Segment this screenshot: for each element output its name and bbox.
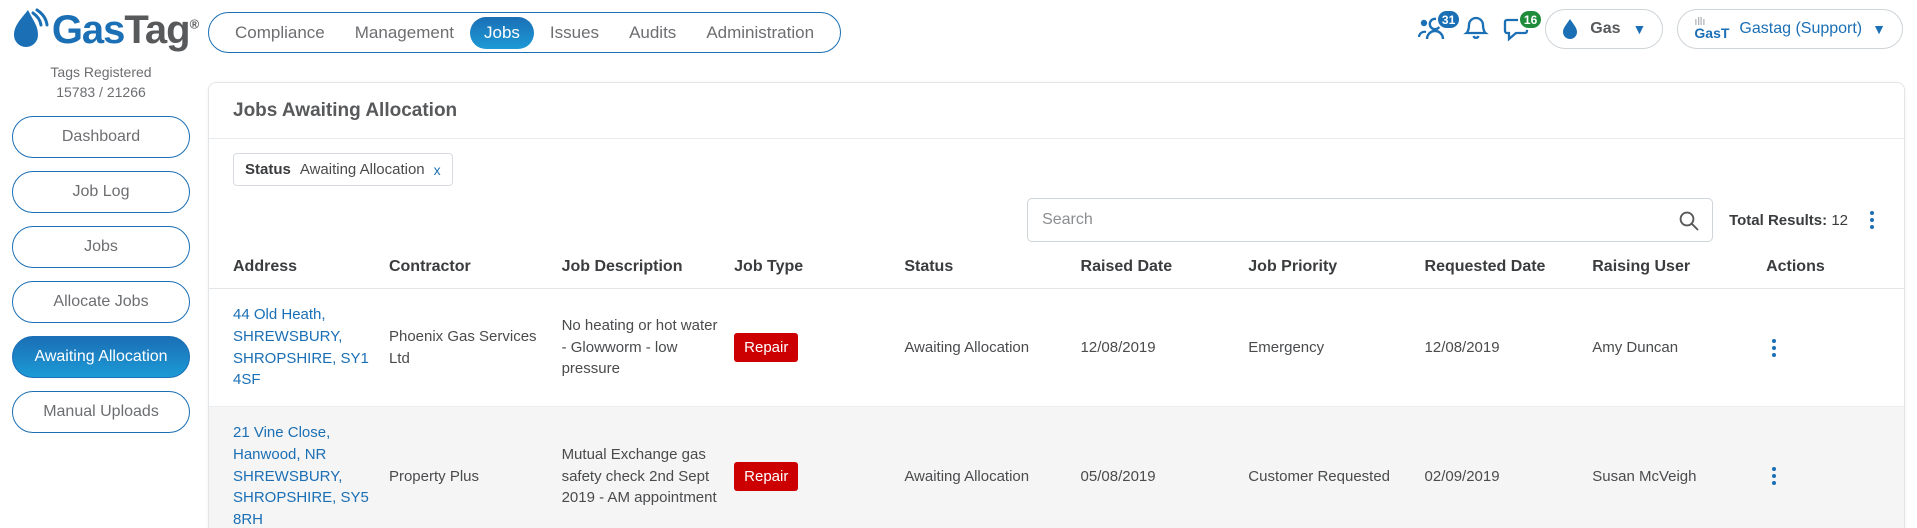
cell-contractor: Property Plus	[380, 406, 554, 528]
col-header-raising-user[interactable]: Raising User	[1584, 258, 1759, 289]
cell-actions	[1758, 406, 1904, 528]
col-header-job-description[interactable]: Job Description	[553, 258, 727, 289]
gas-drop-icon	[1563, 19, 1578, 39]
filter-chip-remove-icon[interactable]: x	[434, 162, 441, 178]
mini-brand-logo-icon: ıllı GasT	[1694, 17, 1730, 41]
col-header-status[interactable]: Status	[896, 258, 1073, 289]
nav-item-administration[interactable]: Administration	[692, 17, 828, 49]
active-filters: Status Awaiting Allocation x	[209, 139, 1904, 186]
chevron-down-icon: ▼	[1872, 21, 1886, 37]
tags-registered-count: 15783 / 21266	[56, 84, 146, 101]
search-input[interactable]	[1028, 199, 1713, 241]
user-account-dropdown[interactable]: ıllı GasT Gastag (Support) ▼	[1677, 9, 1903, 49]
total-results-label: Total Results:	[1729, 211, 1828, 229]
col-header-requested-date[interactable]: Requested Date	[1416, 258, 1585, 289]
table-row: 44 Old Heath, SHREWSBURY, SHROPSHIRE, SY…	[209, 288, 1904, 407]
brand-name-gas: Gas	[51, 8, 126, 52]
sidebar: Tags Registered 15783 / 21266 Dashboard …	[0, 62, 202, 433]
gas-selector-label: Gas	[1590, 20, 1621, 37]
app-root: GasTag® Compliance Management Jobs Issue…	[0, 0, 1917, 528]
cell-raising-user: Susan McVeigh	[1584, 406, 1759, 528]
cell-raised-date: 05/08/2019	[1072, 406, 1241, 528]
job-type-badge: Repair	[734, 461, 799, 492]
brand-name-tag: Tag	[124, 8, 190, 52]
filter-chip-key: Status	[245, 161, 291, 178]
col-header-contractor[interactable]: Contractor	[380, 258, 554, 289]
table-options-menu-icon[interactable]	[1864, 207, 1880, 233]
table-toolbar: Total Results: 12	[209, 186, 1904, 242]
nav-item-issues[interactable]: Issues	[536, 17, 613, 49]
chevron-down-icon: ▼	[1632, 21, 1647, 37]
user-name-label: Gastag (Support)	[1739, 20, 1863, 37]
col-header-address[interactable]: Address	[209, 258, 381, 289]
col-header-job-priority[interactable]: Job Priority	[1240, 258, 1417, 289]
people-button[interactable]: 31	[1415, 9, 1462, 43]
address-link[interactable]: 44 Old Heath, SHREWSBURY, SHROPSHIRE, SY…	[233, 306, 369, 388]
cell-actions	[1758, 288, 1904, 407]
search-box[interactable]	[1027, 198, 1714, 242]
registered-mark: ®	[189, 16, 200, 32]
tags-registered-block: Tags Registered 15783 / 21266	[0, 62, 202, 103]
nav-item-audits[interactable]: Audits	[615, 17, 690, 49]
row-actions-menu-icon[interactable]	[1766, 335, 1896, 361]
page-title: Jobs Awaiting Allocation	[209, 83, 1904, 139]
jobs-card: Jobs Awaiting Allocation Status Awaiting…	[208, 82, 1905, 528]
nav-item-compliance[interactable]: Compliance	[221, 17, 339, 49]
cell-job-description: No heating or hot water - Glowworm - low…	[553, 288, 727, 407]
col-header-job-type[interactable]: Job Type	[726, 258, 897, 289]
total-results-value: 12	[1831, 211, 1848, 229]
sidebar-item-allocate-jobs[interactable]: Allocate Jobs	[12, 280, 190, 323]
jobs-table-head: Address Contractor Job Description Job T…	[209, 258, 1904, 289]
cell-job-type: Repair	[726, 288, 897, 407]
main-nav: Compliance Management Jobs Issues Audits…	[208, 12, 842, 53]
gas-selector-dropdown[interactable]: Gas ▼	[1545, 9, 1664, 49]
people-badge: 31	[1435, 9, 1462, 30]
bell-icon	[1463, 16, 1490, 40]
table-row: 21 Vine Close, Hanwood, NR SHREWSBURY, S…	[209, 406, 1904, 528]
address-link[interactable]: 21 Vine Close, Hanwood, NR SHREWSBURY, S…	[233, 424, 369, 528]
nav-item-jobs[interactable]: Jobs	[470, 16, 534, 49]
cell-job-priority: Emergency	[1240, 288, 1417, 407]
filter-chip-value: Awaiting Allocation	[299, 161, 425, 178]
notifications-bell-button[interactable]	[1463, 15, 1490, 43]
brand-logo[interactable]: GasTag®	[0, 0, 202, 60]
nav-item-management[interactable]: Management	[341, 17, 468, 49]
messages-button[interactable]: 16	[1503, 9, 1544, 43]
cell-address: 44 Old Heath, SHREWSBURY, SHROPSHIRE, SY…	[209, 288, 381, 407]
total-results: Total Results: 12	[1729, 212, 1848, 229]
mini-logo-bottom: GasT	[1694, 24, 1730, 41]
cell-requested-date: 02/09/2019	[1416, 406, 1585, 528]
sidebar-item-jobs[interactable]: Jobs	[12, 225, 190, 268]
cell-address: 21 Vine Close, Hanwood, NR SHREWSBURY, S…	[209, 406, 381, 528]
sidebar-item-job-log[interactable]: Job Log	[12, 170, 190, 213]
flame-icon	[10, 7, 50, 53]
cell-contractor: Phoenix Gas Services Ltd	[380, 288, 554, 407]
table-header-row: Address Contractor Job Description Job T…	[209, 258, 1904, 289]
sidebar-item-manual-uploads[interactable]: Manual Uploads	[12, 390, 190, 433]
sidebar-item-dashboard[interactable]: Dashboard	[12, 115, 190, 158]
search-icon[interactable]	[1678, 210, 1699, 236]
row-actions-menu-icon[interactable]	[1766, 463, 1896, 489]
sidebar-item-awaiting-allocation[interactable]: Awaiting Allocation	[12, 335, 190, 378]
tags-registered-label: Tags Registered	[50, 64, 152, 80]
cell-raised-date: 12/08/2019	[1072, 288, 1241, 407]
header-actions: 31 16 Gas ▼ ıllı GasT Gastag (Support) ▼	[1415, 9, 1903, 49]
col-header-actions: Actions	[1758, 258, 1904, 289]
cell-job-type: Repair	[726, 406, 897, 528]
filter-chip-status[interactable]: Status Awaiting Allocation x	[233, 153, 453, 186]
col-header-raised-date[interactable]: Raised Date	[1072, 258, 1241, 289]
jobs-table: Address Contractor Job Description Job T…	[209, 258, 1904, 528]
app-header: GasTag® Compliance Management Jobs Issue…	[0, 0, 1917, 68]
messages-badge: 16	[1517, 9, 1544, 30]
cell-job-priority: Customer Requested	[1240, 406, 1417, 528]
cell-requested-date: 12/08/2019	[1416, 288, 1585, 407]
cell-status: Awaiting Allocation	[896, 406, 1073, 528]
cell-raising-user: Amy Duncan	[1584, 288, 1759, 407]
job-type-badge: Repair	[734, 332, 799, 363]
jobs-table-body: 44 Old Heath, SHREWSBURY, SHROPSHIRE, SY…	[209, 288, 1904, 528]
cell-status: Awaiting Allocation	[896, 288, 1073, 407]
cell-job-description: Mutual Exchange gas safety check 2nd Sep…	[553, 406, 727, 528]
